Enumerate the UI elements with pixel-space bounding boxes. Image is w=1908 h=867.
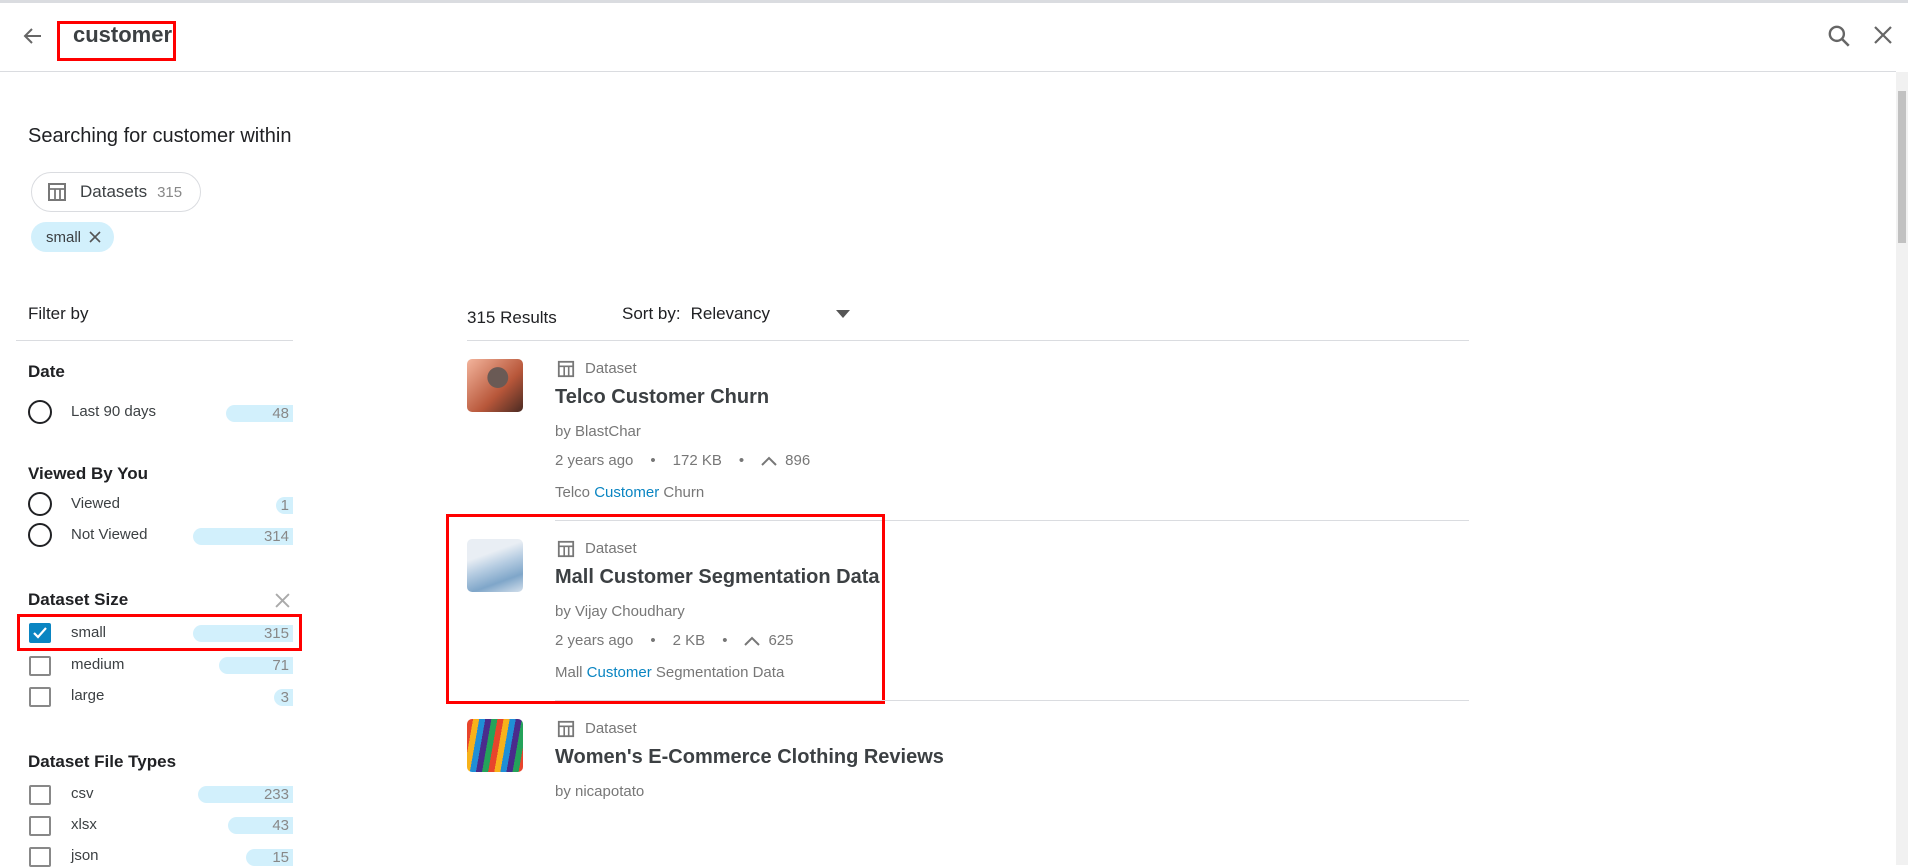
search-icon[interactable]: [1826, 23, 1852, 49]
checkbox-xlsx[interactable]: [29, 816, 51, 836]
option-label: json: [71, 847, 99, 864]
arrow-left-icon[interactable]: [20, 24, 46, 48]
table-icon: [557, 720, 575, 738]
sort-label: Sort by:: [622, 304, 681, 323]
datasets-chip[interactable]: Datasets 315: [31, 172, 201, 212]
separator-dot: •: [722, 632, 728, 649]
result-age: 2 years ago: [555, 632, 634, 649]
checkbox-medium[interactable]: [29, 656, 51, 676]
search-query-input[interactable]: customer: [73, 22, 172, 48]
filter-group-date: Date: [28, 362, 65, 381]
result-snippet: Telco Customer Churn: [555, 484, 704, 501]
option-count: 315: [193, 625, 293, 642]
option-count: 48: [226, 405, 293, 422]
separator-dot: •: [650, 452, 656, 469]
result-author[interactable]: by BlastChar: [555, 423, 641, 440]
snippet-highlight: Customer: [594, 484, 660, 501]
option-label: Last 90 days: [71, 403, 157, 420]
option-label: xlsx: [71, 816, 97, 833]
filter-group-file-types: Dataset File Types: [28, 752, 177, 771]
checkbox-csv[interactable]: [29, 785, 51, 805]
option-label: small: [71, 624, 107, 641]
radio-viewed[interactable]: [28, 492, 52, 516]
caret-down-icon: [835, 310, 850, 318]
radio-last-90-days[interactable]: [28, 400, 52, 424]
snippet-text: Segmentation Data: [651, 664, 785, 681]
top-border: [0, 0, 1908, 3]
scrollbar[interactable]: [1896, 72, 1908, 865]
option-label: medium: [71, 656, 125, 673]
option-count: 15: [246, 849, 293, 866]
result-author[interactable]: by Vijay Choudhary: [555, 603, 685, 620]
option-count: 43: [228, 817, 293, 834]
option-label: large: [71, 687, 105, 704]
option-count: 314: [193, 528, 293, 545]
snippet-text: Mall: [555, 664, 587, 681]
close-icon[interactable]: [1871, 23, 1895, 47]
option-count: 233: [198, 786, 293, 803]
scrollbar-thumb[interactable]: [1898, 91, 1906, 243]
search-scope-heading: Searching for customer within: [28, 125, 292, 147]
snippet-highlight: Customer: [586, 664, 652, 681]
separator-dot: •: [650, 632, 656, 649]
dataset-thumbnail[interactable]: [467, 539, 523, 592]
result-divider: [555, 700, 1469, 701]
datasets-chip-label: Datasets: [80, 182, 148, 201]
option-label: Viewed: [71, 495, 120, 512]
option-label: Not Viewed: [71, 526, 148, 543]
separator-dot: •: [738, 452, 745, 469]
dataset-thumbnail[interactable]: [467, 359, 523, 412]
option-count: 1: [276, 497, 293, 514]
results-count: 315 Results: [467, 308, 557, 327]
clear-size-filter-icon[interactable]: [275, 593, 290, 608]
result-votes: 896: [785, 452, 811, 469]
filter-group-size: Dataset Size: [28, 590, 129, 609]
datasets-chip-count: 315: [157, 183, 183, 201]
snippet-text: Churn: [659, 484, 705, 501]
result-snippet: Mall Customer Segmentation Data: [555, 664, 784, 681]
result-meta: 2 years ago • 2 KB • 625: [555, 632, 793, 649]
result-age: 2 years ago: [555, 452, 634, 469]
filter-divider: [16, 340, 293, 341]
radio-not-viewed[interactable]: [28, 523, 52, 547]
result-size: 2 KB: [672, 632, 706, 649]
active-filter-label: small: [46, 228, 82, 246]
active-filter-chip[interactable]: small: [31, 222, 114, 252]
option-label: csv: [71, 785, 94, 802]
result-type: Dataset: [585, 540, 637, 557]
sort-dropdown[interactable]: Sort by: Relevancy: [622, 304, 850, 324]
result-votes: 625: [768, 632, 794, 649]
table-icon: [48, 183, 66, 201]
result-type: Dataset: [585, 720, 637, 737]
filter-group-viewed: Viewed By You: [28, 464, 148, 483]
checkbox-json[interactable]: [29, 847, 51, 867]
result-title[interactable]: Mall Customer Segmentation Data: [555, 566, 880, 589]
check-icon: [33, 627, 47, 639]
upvote-icon[interactable]: [761, 456, 777, 466]
results-divider: [467, 340, 1469, 341]
result-type: Dataset: [585, 360, 637, 377]
option-count: 3: [274, 689, 293, 706]
remove-filter-icon[interactable]: [89, 231, 101, 243]
sort-value: Relevancy: [690, 304, 770, 323]
checkbox-large[interactable]: [29, 687, 51, 707]
result-title[interactable]: Telco Customer Churn: [555, 386, 769, 409]
option-count: 71: [219, 657, 293, 674]
table-icon: [557, 360, 575, 378]
filter-by-title: Filter by: [28, 304, 89, 323]
dataset-thumbnail[interactable]: [467, 719, 523, 772]
upvote-icon[interactable]: [744, 636, 761, 646]
result-title[interactable]: Women's E-Commerce Clothing Reviews: [555, 746, 944, 769]
result-meta: 2 years ago • 172 KB • 896: [555, 452, 810, 469]
result-size: 172 KB: [672, 452, 722, 469]
result-author[interactable]: by nicapotato: [555, 783, 644, 800]
snippet-text: Telco: [555, 484, 595, 501]
checkbox-small[interactable]: [29, 623, 51, 643]
header-divider: [0, 71, 1896, 72]
table-icon: [557, 540, 575, 558]
